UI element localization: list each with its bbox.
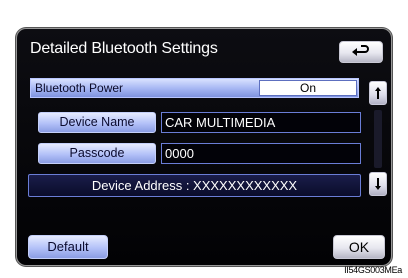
scroll-track[interactable] (374, 110, 382, 168)
passcode-button[interactable]: Passcode (38, 143, 156, 164)
default-button[interactable]: Default (28, 235, 108, 259)
scroll-up-icon (375, 87, 381, 99)
ok-button[interactable]: OK (333, 235, 385, 259)
device-address-row[interactable]: Device Address : XXXXXXXXXXXX (28, 174, 361, 197)
screen-title: Detailed Bluetooth Settings (30, 40, 218, 57)
bluetooth-power-value[interactable]: On (259, 80, 357, 96)
device-name-button[interactable]: Device Name (38, 112, 156, 133)
figure-code: II54GS003MEa (344, 265, 402, 275)
scroll-up-button[interactable] (369, 81, 387, 105)
back-arrow-icon (352, 45, 369, 56)
device-name-value: CAR MULTIMEDIA (161, 112, 361, 133)
back-button[interactable] (339, 41, 383, 63)
settings-screen: Detailed Bluetooth Settings Bluetooth Po… (16, 28, 392, 266)
passcode-value: 0000 (161, 143, 361, 164)
bluetooth-power-row[interactable]: Bluetooth Power On (30, 78, 359, 98)
scroll-down-button[interactable] (369, 172, 387, 196)
bluetooth-power-label: Bluetooth Power (35, 81, 124, 95)
scroll-down-icon (375, 178, 381, 190)
